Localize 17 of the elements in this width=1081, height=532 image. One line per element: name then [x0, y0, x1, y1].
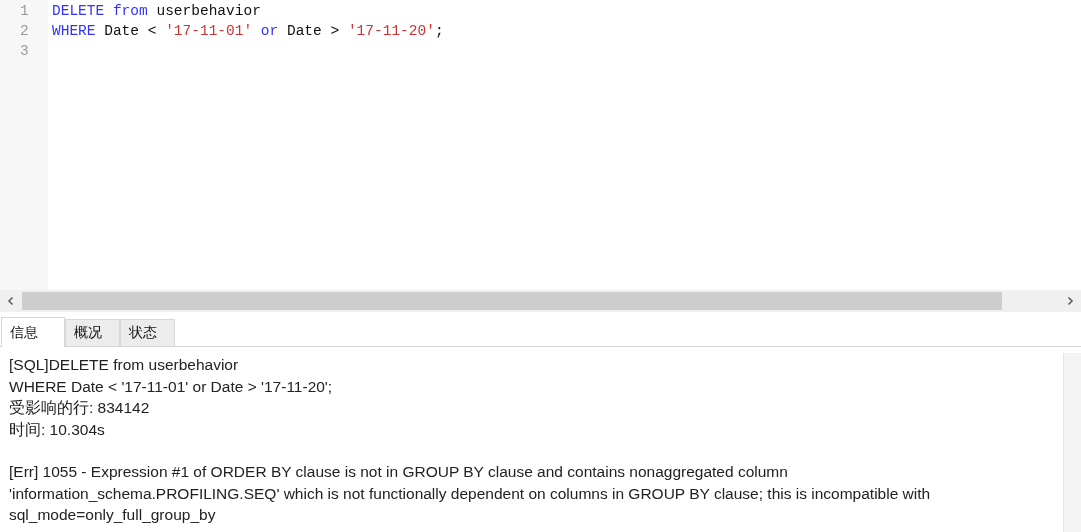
tab[interactable]: 概况	[65, 319, 120, 346]
tab[interactable]: 信息	[1, 317, 65, 347]
message-text: [Err] 1055 - Expression #1 of ORDER BY clause is not in GROUP BY clause and contains nonaggregated column 'information_schema.PROFILING.SEQ' which is not functionally dependent on columns in GROUP BY clause; this is incompatible with sql_mode=only_full_group_by	[9, 462, 932, 525]
scroll-left-icon[interactable]	[6, 296, 16, 306]
code-line: DELETE from userbehavior	[52, 2, 262, 21]
scroll-right-icon[interactable]	[1065, 296, 1075, 306]
vertical-scrollbar[interactable]	[1063, 353, 1081, 532]
message-text: WHERE Date < '17-11-01' or Date > '17-11-20';	[9, 376, 334, 397]
line-number: 3	[19, 42, 30, 61]
line-number: 2	[19, 22, 30, 41]
line-number: 1	[19, 2, 30, 21]
scrollbar-thumb[interactable]	[22, 292, 1002, 310]
message-text: [SQL]DELETE from userbehavior	[9, 355, 240, 375]
tab[interactable]: 状态	[120, 319, 175, 346]
message-text: 时间: 10.304s	[9, 419, 106, 440]
code-line: WHERE Date < '17-11-01' or Date > '17-11-20';	[52, 22, 445, 41]
message-text: 受影响的行: 834142	[9, 398, 151, 418]
